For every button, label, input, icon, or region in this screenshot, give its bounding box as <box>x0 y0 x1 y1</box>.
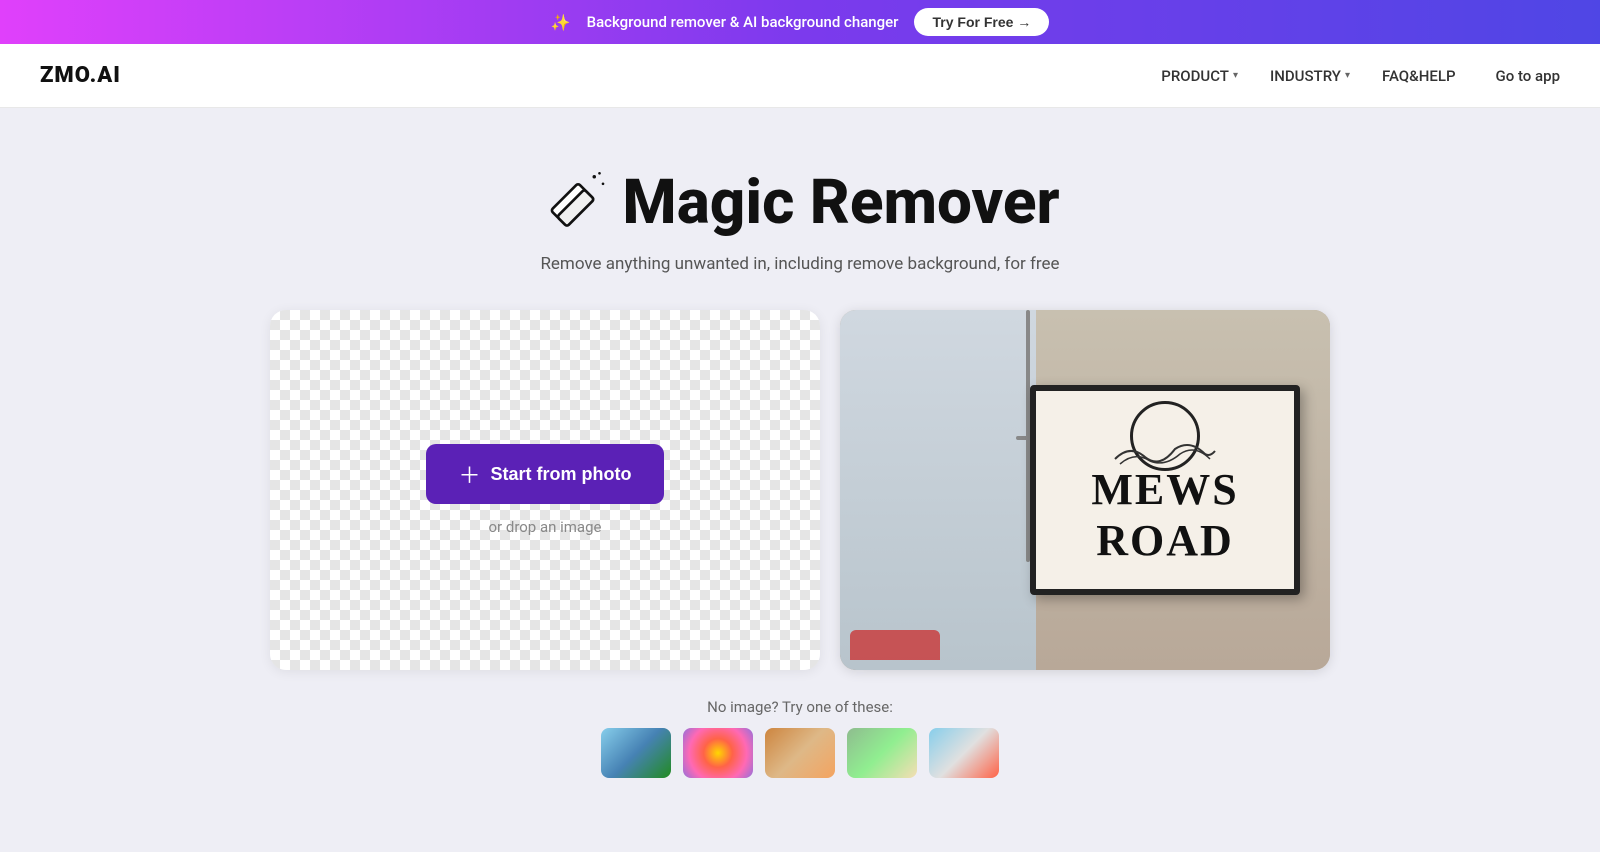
upload-area[interactable]: ＋ Start from photo or drop an image <box>270 310 820 670</box>
drop-text: or drop an image <box>489 518 602 536</box>
start-btn-label: Start from photo <box>491 464 632 485</box>
sign-scribble <box>1110 439 1220 469</box>
street-scene: MEWS ROAD <box>840 310 1330 670</box>
main-content: Magic Remover Remove anything unwanted i… <box>0 108 1600 852</box>
eraser-icon <box>540 168 610 238</box>
logo: ZMO.AI <box>40 63 121 88</box>
demo-image-inner: MEWS ROAD <box>840 310 1330 670</box>
building-area <box>840 310 1036 670</box>
banner-text: Background remover & AI background chang… <box>587 13 899 31</box>
sample-thumb-1[interactable] <box>601 728 671 778</box>
sample-thumb-5[interactable] <box>929 728 999 778</box>
nav-faq[interactable]: FAQ&HELP <box>1382 67 1456 85</box>
car-hint <box>850 630 940 660</box>
navbar: ZMO.AI PRODUCT ▾ INDUSTRY ▾ FAQ&HELP Go … <box>0 44 1600 108</box>
upload-section: ＋ Start from photo or drop an image <box>270 310 1330 670</box>
hero-subtitle: Remove anything unwanted in, including r… <box>540 254 1059 274</box>
sign-text-mews: MEWS <box>1091 464 1238 515</box>
nav-product-link[interactable]: PRODUCT ▾ <box>1161 67 1238 85</box>
nav-faq-link[interactable]: FAQ&HELP <box>1382 67 1456 85</box>
nav-industry[interactable]: INDUSTRY ▾ <box>1270 67 1350 85</box>
sample-thumb-4[interactable] <box>847 728 917 778</box>
nav-links: PRODUCT ▾ INDUSTRY ▾ FAQ&HELP <box>1161 67 1455 85</box>
start-from-photo-button[interactable]: ＋ Start from photo <box>426 444 663 504</box>
demo-image: MEWS ROAD <box>840 310 1330 670</box>
chevron-down-icon: ▾ <box>1233 70 1238 81</box>
chevron-down-icon: ▾ <box>1345 70 1350 81</box>
nav-product[interactable]: PRODUCT ▾ <box>1161 67 1238 85</box>
hero-title: Magic Remover <box>540 168 1059 238</box>
nav-industry-link[interactable]: INDUSTRY ▾ <box>1270 67 1350 85</box>
samples-row: No image? Try one of these: <box>270 698 1330 778</box>
sign-text-road: ROAD <box>1096 515 1234 566</box>
top-banner: ✨ Background remover & AI background cha… <box>0 0 1600 44</box>
mews-road-sign: MEWS ROAD <box>1030 385 1300 595</box>
goto-app-link[interactable]: Go to app <box>1496 67 1560 85</box>
sample-thumb-3[interactable] <box>765 728 835 778</box>
upload-controls: ＋ Start from photo or drop an image <box>426 444 663 536</box>
sample-thumb-2[interactable] <box>683 728 753 778</box>
sparkle-icon: ✨ <box>551 13 571 32</box>
samples-label: No image? Try one of these: <box>707 698 893 716</box>
hero-heading: Magic Remover <box>622 172 1059 234</box>
try-free-button[interactable]: Try For Free → <box>914 8 1049 36</box>
plus-icon: ＋ <box>458 458 480 490</box>
samples-thumbs <box>601 728 999 778</box>
